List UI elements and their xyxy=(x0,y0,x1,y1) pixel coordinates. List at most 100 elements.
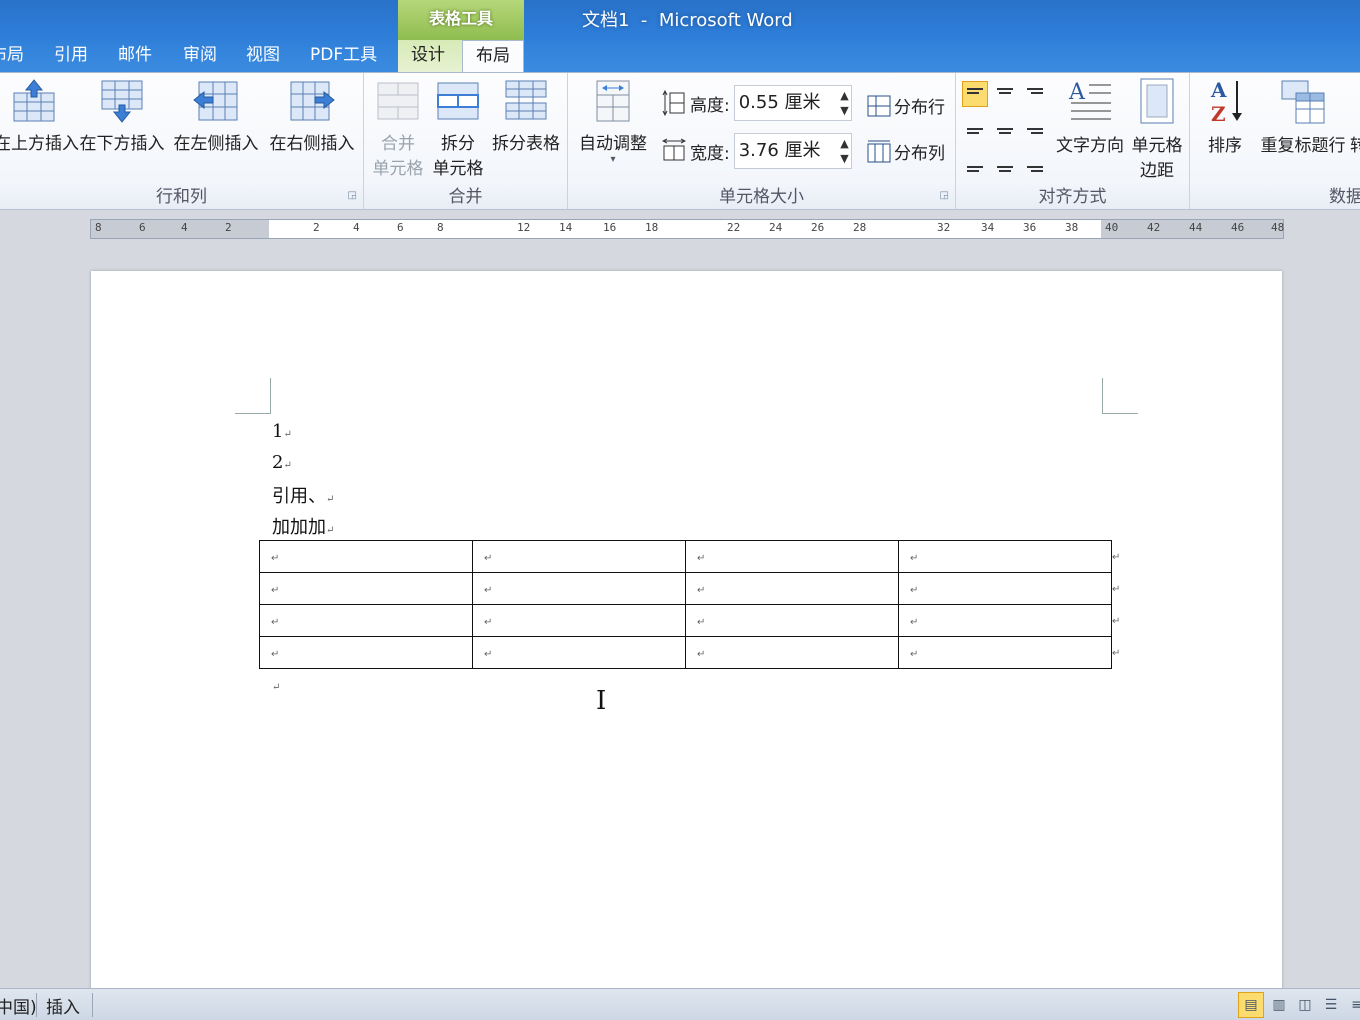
ruler-tick-label: 44 xyxy=(1189,221,1203,234)
cell-margins-button[interactable]: 单元格 边距 xyxy=(1126,77,1188,181)
column-width-value: 3.76 厘米 xyxy=(738,140,821,161)
paragraph-text: 1 xyxy=(272,421,284,442)
insert-below-button[interactable]: 在下方插入 xyxy=(76,79,168,154)
group-label-rows-columns: 行和列 xyxy=(156,187,207,207)
insert-left-button[interactable]: 在左侧插入 xyxy=(170,79,262,154)
table-cell[interactable]: ↵ xyxy=(259,540,473,573)
insert-right-button[interactable]: 在右侧插入 xyxy=(266,79,358,154)
table-cell[interactable]: ↵ xyxy=(898,604,1112,637)
web-layout-view-icon[interactable]: ◫ xyxy=(1292,992,1318,1018)
ruler-tick-label: 16 xyxy=(603,221,617,234)
autofit-label: 自动调整 xyxy=(579,134,647,154)
table-cell[interactable]: ↵ xyxy=(259,604,473,637)
align-bottom-right-button[interactable] xyxy=(1022,151,1048,177)
tab-pdf-tools[interactable]: PDF工具 xyxy=(306,40,381,72)
paragraph-mark: ↵ xyxy=(326,494,335,505)
draft-view-icon[interactable]: ≡ xyxy=(1344,992,1360,1018)
convert-to-text-button[interactable]: 转 xyxy=(1350,131,1360,156)
language-indicator[interactable]: 中国) xyxy=(0,993,37,1018)
document-table[interactable]: ↵ ↵ ↵ ↵ ↵ ↵ ↵ ↵ ↵ ↵ ↵ ↵ ↵ ↵ ↵ ↵ xyxy=(259,540,1112,669)
table-cell[interactable]: ↵ xyxy=(898,540,1112,573)
spin-arrows-icon[interactable]: ▲ ▼ xyxy=(840,136,848,166)
split-table-button[interactable]: 拆分表格 xyxy=(488,79,564,154)
table-cell[interactable]: ↵ xyxy=(472,572,686,605)
window-title: 文档1 - Microsoft Word xyxy=(582,10,793,31)
column-width-input[interactable]: 3.76 厘米 ▲ ▼ xyxy=(733,133,852,169)
table-row: ↵ ↵ ↵ ↵ xyxy=(259,540,1112,573)
ruler-tick-label: 34 xyxy=(981,221,995,234)
repeat-header-rows-button[interactable]: 重复标题行 xyxy=(1256,77,1350,156)
ruler-tick-label: 36 xyxy=(1023,221,1037,234)
horizontal-ruler[interactable]: 8 6 4 2 2 4 6 8 12 14 16 18 22 24 26 28 32 34 36 38 40 42 44 46… xyxy=(90,219,1284,239)
align-middle-left-button[interactable] xyxy=(962,117,988,143)
merge-cells-button[interactable]: 合并 单元格 xyxy=(370,79,426,179)
paragraph-text: 加加加 xyxy=(272,517,326,538)
tab-page-layout[interactable]: 布局 xyxy=(0,40,28,72)
paragraph[interactable]: 1↵ xyxy=(272,421,292,442)
ruler-tick-label: 2 xyxy=(225,221,232,234)
print-layout-view-icon[interactable]: ▤ xyxy=(1238,992,1264,1018)
row-height-input[interactable]: 0.55 厘米 ▲ ▼ xyxy=(733,85,852,121)
table-cell[interactable]: ↵ xyxy=(472,604,686,637)
text-direction-button[interactable]: A 文字方向 xyxy=(1052,77,1128,156)
table-row: ↵ ↵ ↵ ↵ xyxy=(259,604,1112,637)
width-label: 宽度: xyxy=(690,143,730,164)
tab-mailings[interactable]: 邮件 xyxy=(114,40,156,72)
outline-view-icon[interactable]: ☰ xyxy=(1318,992,1344,1018)
distribute-columns-button[interactable]: 分布列 xyxy=(866,139,945,164)
insert-right-label: 在右侧插入 xyxy=(269,134,355,154)
align-top-center-button[interactable] xyxy=(992,81,1018,107)
table-cell[interactable]: ↵ xyxy=(685,636,899,669)
align-bottom-center-button[interactable] xyxy=(992,151,1018,177)
table-cell[interactable]: ↵ xyxy=(685,540,899,573)
paragraph[interactable]: 加加加↵ xyxy=(272,513,334,539)
tab-table-layout[interactable]: 布局 xyxy=(462,40,524,72)
table-cell[interactable]: ↵ xyxy=(472,540,686,573)
cell-margins-label-2: 边距 xyxy=(1140,161,1174,181)
align-top-left-button[interactable] xyxy=(962,81,988,107)
dialog-launcher-icon[interactable]: ◲ xyxy=(940,190,949,201)
align-top-right-button[interactable] xyxy=(1022,81,1048,107)
merge-cells-label-2: 单元格 xyxy=(372,159,424,179)
table-cell[interactable]: ↵ xyxy=(472,636,686,669)
align-bottom-left-button[interactable] xyxy=(962,151,988,177)
table-cell[interactable]: ↵ xyxy=(259,636,473,669)
ruler-tick-label: 28 xyxy=(853,221,867,234)
spin-arrows-icon[interactable]: ▲ ▼ xyxy=(840,88,848,118)
row-height-control: 高度: 0.55 厘米 ▲ ▼ xyxy=(662,85,852,121)
ruler-tick-label: 6 xyxy=(397,221,404,234)
tab-references[interactable]: 引用 xyxy=(50,40,92,72)
svg-text:A: A xyxy=(1068,80,1086,105)
align-middle-center-button[interactable] xyxy=(992,117,1018,143)
full-screen-reading-view-icon[interactable]: ▥ xyxy=(1266,992,1292,1018)
merge-cells-label-1: 合并 xyxy=(381,134,415,154)
ruler-tick-label: 40 xyxy=(1105,221,1119,234)
table-cell[interactable]: ↵ xyxy=(898,572,1112,605)
align-middle-right-button[interactable] xyxy=(1022,117,1048,143)
sort-button[interactable]: AZ 排序 xyxy=(1202,77,1248,156)
split-cells-button[interactable]: 拆分 单元格 xyxy=(430,79,486,179)
tab-table-design[interactable]: 设计 xyxy=(407,40,449,72)
dropdown-arrow-icon: ▾ xyxy=(610,154,616,165)
column-width-icon xyxy=(662,138,686,161)
merge-cells-icon xyxy=(377,82,419,120)
autofit-icon xyxy=(596,80,630,122)
table-cell[interactable]: ↵ xyxy=(259,572,473,605)
table-cell[interactable]: ↵ xyxy=(685,572,899,605)
paragraph-mark: ↵ xyxy=(283,429,292,440)
ruler-tick-label: 32 xyxy=(937,221,951,234)
distribute-rows-button[interactable]: 分布行 xyxy=(866,93,945,118)
dialog-launcher-icon[interactable]: ◲ xyxy=(348,190,357,201)
table-cell[interactable]: ↵ xyxy=(685,604,899,637)
paragraph[interactable]: 2↵ xyxy=(272,452,292,473)
context-tab-group-table-tools: 表格工具 xyxy=(398,0,524,40)
paragraph[interactable]: 引用、↵ xyxy=(272,482,334,508)
tab-view[interactable]: 视图 xyxy=(242,40,284,72)
table-cell[interactable]: ↵ xyxy=(898,636,1112,669)
group-label-alignment: 对齐方式 xyxy=(1038,187,1107,207)
tab-review[interactable]: 审阅 xyxy=(179,40,221,72)
sort-label: 排序 xyxy=(1208,136,1242,156)
autofit-button[interactable]: 自动调整 ▾ xyxy=(572,79,654,165)
insert-mode-indicator[interactable]: 插入 xyxy=(46,993,80,1018)
insert-above-button[interactable]: 在上方插入 xyxy=(0,79,79,154)
